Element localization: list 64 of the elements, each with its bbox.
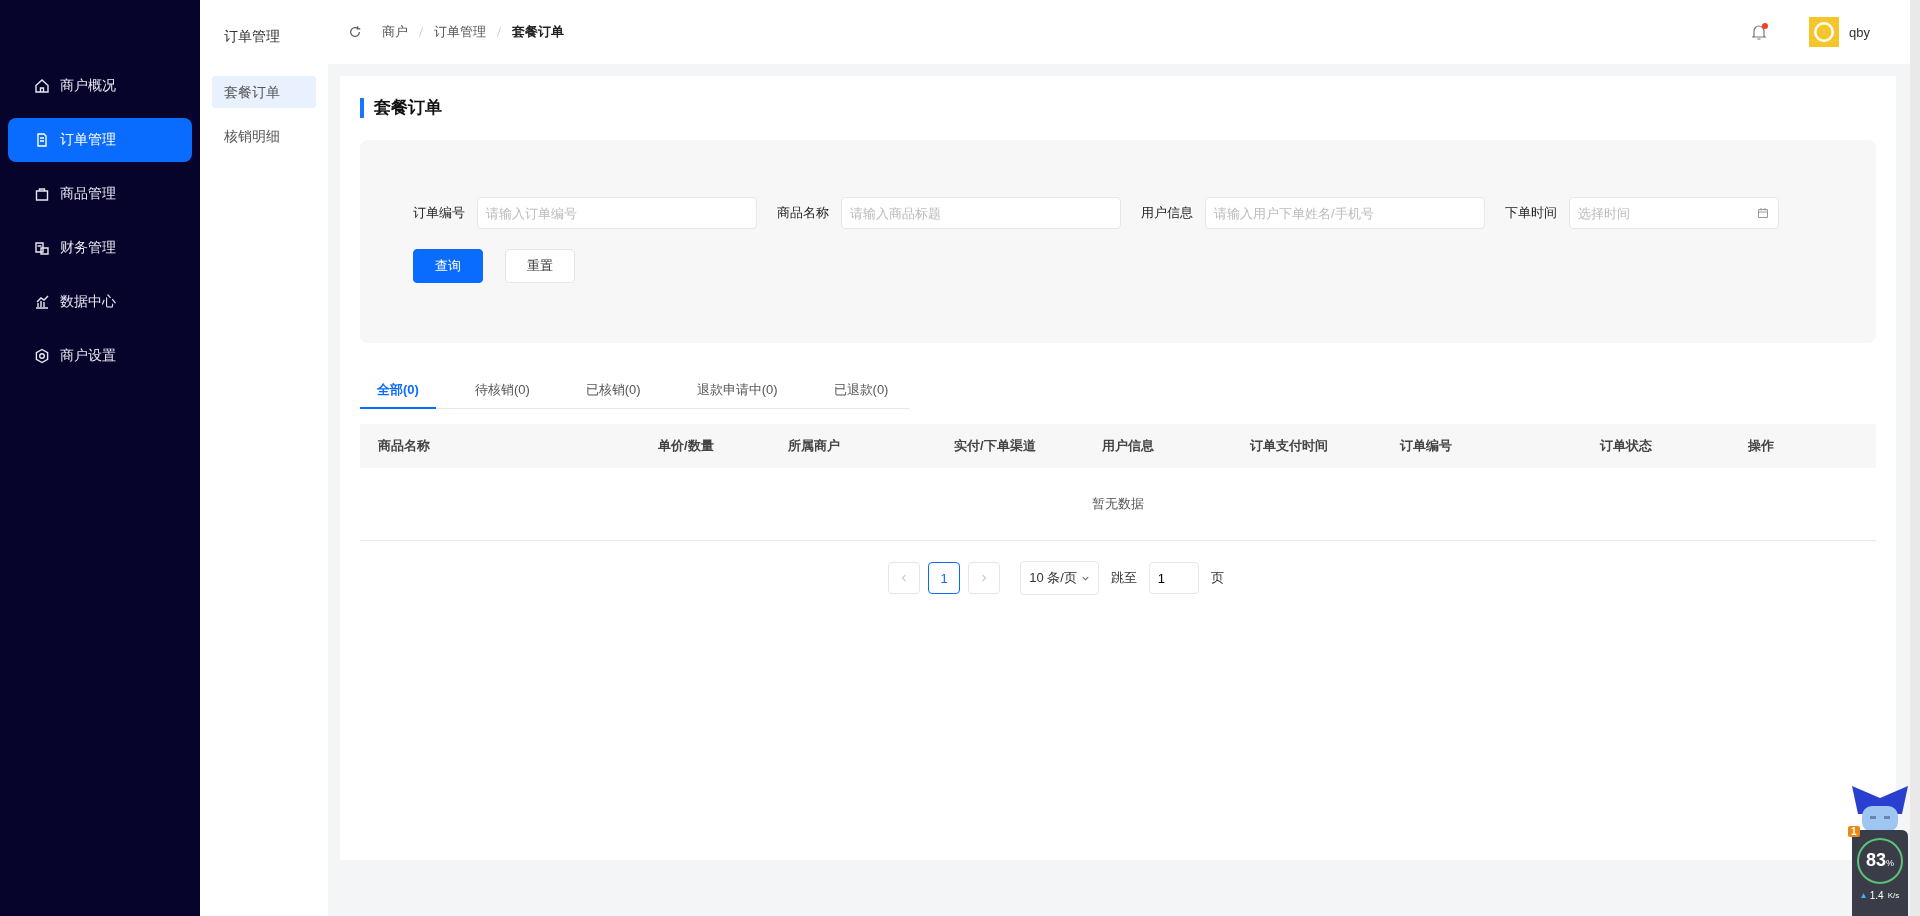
speed-value: 1.4 (1869, 890, 1884, 901)
speed-unit: K/s (1887, 891, 1900, 900)
input-field[interactable]: 请输入用户下单姓名/手机号 (1205, 197, 1485, 229)
avatar-icon[interactable] (1809, 17, 1840, 47)
input-field[interactable]: 请输入订单编号 (477, 197, 757, 229)
notification-bell-icon[interactable] (1749, 22, 1770, 42)
coins-icon (34, 240, 50, 256)
page-button[interactable]: 1 (928, 562, 961, 594)
sidebar-item[interactable]: 订单管理 (8, 118, 192, 162)
upload-arrow-icon (1860, 893, 1866, 898)
bag-icon (34, 186, 50, 202)
submenu-item[interactable]: 套餐订单 (212, 76, 316, 108)
breadcrumb-separator-icon (496, 26, 502, 38)
column-header: 订单状态 (1600, 438, 1652, 453)
refresh-icon[interactable] (348, 25, 362, 39)
submenu-title: 订单管理 (223, 28, 281, 46)
page-size-select[interactable]: 10 条/页 (1020, 561, 1099, 595)
jump-label: 跳至 (1110, 569, 1137, 587)
breadcrumb-separator-icon (418, 26, 424, 38)
field-label: 商品名称 (777, 204, 829, 222)
next-page-button[interactable] (968, 562, 1001, 594)
reset-button[interactable]: 重置 (505, 249, 575, 283)
sidebar-item[interactable]: 商户设置 (8, 334, 192, 378)
column-header: 单价/数量 (658, 438, 714, 453)
sidebar-item[interactable]: 商户概况 (8, 64, 192, 108)
percent-unit: % (1886, 858, 1894, 868)
calendar-icon (1757, 207, 1769, 219)
breadcrumb-item[interactable]: 商户 (382, 23, 408, 41)
field-label: 下单时间 (1505, 204, 1557, 222)
previous-page-button[interactable] (888, 562, 921, 594)
field-label: 订单编号 (413, 204, 465, 222)
field-label: 用户信息 (1141, 204, 1193, 222)
date-field[interactable]: 选择时间 (1569, 197, 1779, 229)
usage-percent: 83 (1865, 850, 1886, 871)
sidebar-item[interactable]: 财务管理 (8, 226, 192, 270)
sidebar-item[interactable]: 商品管理 (8, 172, 192, 216)
column-header: 订单支付时间 (1250, 438, 1328, 453)
column-header: 操作 (1748, 438, 1774, 453)
column-header: 实付/下单渠道 (954, 438, 1036, 453)
tab[interactable]: 全部(0) (360, 381, 436, 409)
page-suffix: 页 (1210, 569, 1224, 587)
count-badge: 1 (1848, 826, 1860, 837)
empty-message: 暂无数据 (1092, 495, 1144, 513)
breadcrumb-item[interactable]: 订单管理 (434, 23, 486, 41)
submenu-item[interactable]: 核销明细 (212, 120, 316, 152)
chart-icon (34, 294, 50, 310)
page-jump-field[interactable]: 1 (1148, 562, 1199, 594)
home-icon (34, 78, 50, 94)
tab[interactable]: 待核销(0) (457, 381, 547, 409)
tab[interactable]: 退款申请中(0) (679, 381, 795, 409)
document-icon (34, 132, 50, 148)
column-header: 所属商户 (788, 438, 840, 453)
tab[interactable]: 已核销(0) (568, 381, 658, 409)
column-header: 商品名称 (378, 438, 430, 453)
settings-icon (34, 348, 50, 364)
sidebar-item[interactable]: 数据中心 (8, 280, 192, 324)
breadcrumb-item: 套餐订单 (512, 23, 564, 41)
input-field[interactable]: 请输入商品标题 (841, 197, 1121, 229)
username[interactable]: qby (1849, 24, 1870, 40)
search-button[interactable]: 查询 (413, 249, 483, 283)
tab[interactable]: 已退款(0) (816, 381, 906, 409)
page-title: 套餐订单 (360, 98, 1876, 118)
column-header: 用户信息 (1102, 438, 1154, 453)
column-header: 订单编号 (1400, 438, 1452, 453)
